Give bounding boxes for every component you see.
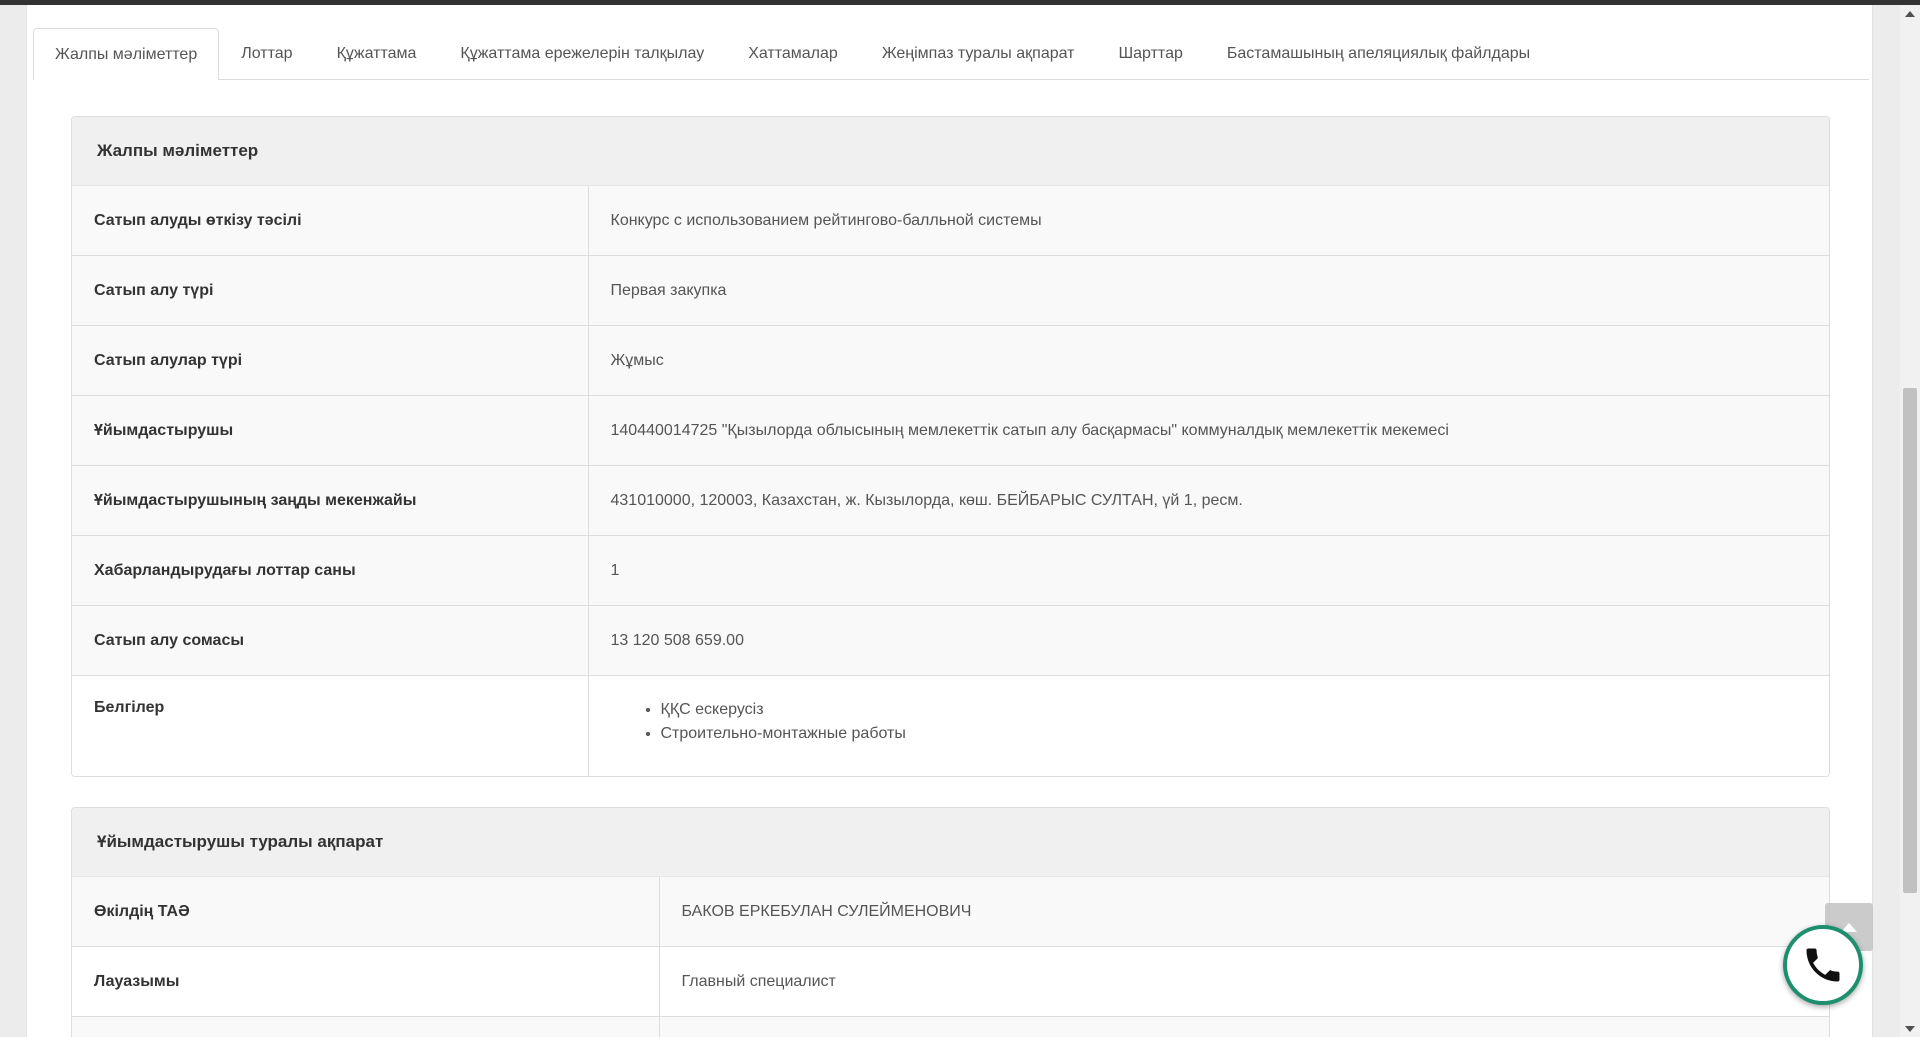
row-label: Өкілдің ТАӘ (72, 877, 660, 947)
row-value: БАКОВ ЕРКЕБУЛАН СУЛЕЙМЕНОВИЧ (659, 877, 1829, 947)
row-value: Главный специалист (659, 946, 1829, 1017)
general-info-table: Сатып алуды өткізу тәсілі Конкурс с испо… (72, 186, 1829, 776)
phone-icon (1806, 948, 1840, 982)
table-row: Белгілер ҚҚС ескерусіз Строительно-монта… (72, 675, 1829, 776)
tab-label: Жеңімпаз туралы ақпарат (881, 45, 1075, 62)
scroll-thumb[interactable] (1903, 388, 1917, 893)
tab-label: Құжаттама ережелерін талқылау (460, 45, 705, 62)
row-label: Ұйымдастырушы (72, 395, 589, 466)
table-row: Лауазымы Главный специалист (72, 946, 1829, 1017)
scroll-up-arrow[interactable] (1900, 5, 1920, 22)
row-value: ҚҚС ескерусіз Строительно-монтажные рабо… (588, 675, 1829, 776)
organizer-info-panel: Ұйымдастырушы туралы ақпарат Өкілдің ТАӘ… (71, 807, 1830, 1037)
row-label: Сатып алулар түрі (72, 325, 589, 396)
tab-label: Жалпы мәліметтер (55, 45, 198, 63)
table-row: Ұйымдастырушының заңды мекенжайы 4310100… (72, 465, 1829, 536)
row-label: Сатып алу сомасы (72, 605, 589, 676)
table-row: Хабарландырудағы лоттар саны 1 (72, 535, 1829, 606)
tab-label: Бастамашының апеляциялық файлдары (1226, 45, 1531, 62)
tab-protocols[interactable]: Хаттамалар (726, 28, 860, 79)
tab-label: Хаттамалар (748, 45, 838, 62)
row-label: Хабарландырудағы лоттар саны (72, 535, 589, 606)
tab-contracts[interactable]: Шарттар (1096, 28, 1204, 79)
table-row: Сатып алуды өткізу тәсілі Конкурс с испо… (72, 186, 1829, 256)
tags-list: ҚҚС ескерусіз Строительно-монтажные рабо… (611, 698, 1808, 746)
general-info-panel: Жалпы мәліметтер Сатып алуды өткізу тәсі… (71, 116, 1830, 777)
table-row: Сатып алу түрі Первая закупка (72, 255, 1829, 326)
list-item: Строительно-монтажные работы (661, 722, 1808, 746)
table-row: Ұйымдастырушы 140440014725 "Қызылорда об… (72, 395, 1829, 466)
row-value: Конкурс с использованием рейтингово-балл… (588, 186, 1829, 256)
tab-lots[interactable]: Лоттар (219, 28, 314, 79)
row-label: Ұйымдастырушының заңды мекенжайы (72, 465, 589, 536)
tab-label: Лоттар (241, 45, 293, 62)
row-label (72, 1016, 660, 1037)
row-value: 13 120 508 659.00 (588, 605, 1829, 676)
list-item: ҚҚС ескерусіз (661, 698, 1808, 722)
page-content: Жалпы мәліметтер Лоттар Құжаттама Құжатт… (26, 5, 1873, 1037)
tab-documentation[interactable]: Құжаттама (315, 28, 439, 79)
tab-bar: Жалпы мәліметтер Лоттар Құжаттама Құжатт… (33, 24, 1869, 80)
tab-label: Шарттар (1118, 45, 1183, 62)
table-row: Өкілдің ТАӘ БАКОВ ЕРКЕБУЛАН СУЛЕЙМЕНОВИЧ (72, 877, 1829, 947)
call-button[interactable] (1783, 925, 1863, 1005)
panel-title: Жалпы мәліметтер (72, 117, 1829, 186)
row-value: 140440014725 "Қызылорда облысының мемлек… (588, 395, 1829, 466)
table-row: Сатып алулар түрі Жұмыс (72, 325, 1829, 396)
row-value: 431010000, 120003, Казахстан, ж. Кызылор… (588, 465, 1829, 536)
panel-title: Ұйымдастырушы туралы ақпарат (72, 808, 1829, 877)
scroll-down-arrow[interactable] (1900, 1020, 1920, 1037)
tab-general-info[interactable]: Жалпы мәліметтер (33, 28, 220, 80)
row-value (659, 1016, 1829, 1037)
table-row (72, 1016, 1829, 1037)
tab-documentation-discussion[interactable]: Құжаттама ережелерін талқылау (438, 28, 726, 79)
organizer-info-table: Өкілдің ТАӘ БАКОВ ЕРКЕБУЛАН СУЛЕЙМЕНОВИЧ… (72, 877, 1829, 1037)
tab-appeal-files[interactable]: Бастамашының апеляциялық файлдары (1205, 28, 1552, 79)
row-label: Сатып алу түрі (72, 255, 589, 326)
row-value: Первая закупка (588, 255, 1829, 326)
tab-label: Құжаттама (336, 45, 417, 62)
row-value: 1 (588, 535, 1829, 606)
row-label: Белгілер (72, 675, 589, 776)
row-value: Жұмыс (588, 325, 1829, 396)
row-label: Лауазымы (72, 946, 660, 1017)
table-row: Сатып алу сомасы 13 120 508 659.00 (72, 605, 1829, 676)
row-label: Сатып алуды өткізу тәсілі (72, 186, 589, 256)
tab-winner-info[interactable]: Жеңімпаз туралы ақпарат (860, 28, 1097, 79)
vertical-scrollbar[interactable] (1900, 5, 1920, 1037)
